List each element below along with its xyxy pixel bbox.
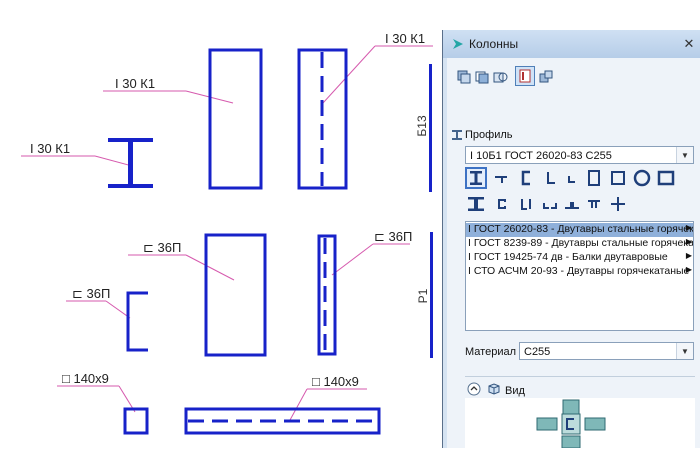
axis-label-r1: Р1 xyxy=(416,288,430,303)
grid-axes xyxy=(429,64,433,358)
label-channel-left: ⊏ 36П xyxy=(72,286,110,301)
label-channel-mid: ⊏ 36П xyxy=(143,240,181,255)
app-logo-icon xyxy=(453,39,463,49)
properties-icon[interactable] xyxy=(515,66,535,86)
shape-tube-icon[interactable] xyxy=(583,167,605,189)
view-section-title: Вид xyxy=(505,385,525,397)
view-cube-icon xyxy=(488,383,500,395)
profile-shape-palette xyxy=(465,167,695,217)
view-preview[interactable] xyxy=(465,398,695,449)
panel-titlebar[interactable]: Колонны ✕ xyxy=(443,30,700,58)
profile-select[interactable]: Ι 10Б1 ГОСТ 26020-83 С255 ▼ xyxy=(465,146,694,164)
hatch-icon[interactable] xyxy=(491,68,509,86)
shape-square-tube-icon[interactable] xyxy=(607,167,629,189)
shape-c-shape-icon[interactable] xyxy=(491,193,513,215)
shape-ring-icon[interactable] xyxy=(631,167,653,189)
view-top-icon xyxy=(562,399,580,415)
collapse-icon[interactable] xyxy=(467,382,481,396)
shape-cross-icon[interactable] xyxy=(607,193,629,215)
material-label: Материал xyxy=(465,346,516,358)
shape-angle-icon[interactable] xyxy=(539,167,561,189)
columns-panel: Колонны ✕ Профиль Ι 10Б1 ГОСТ 26020-83 С… xyxy=(442,30,700,449)
chevron-right-icon: ▶ xyxy=(685,265,692,274)
column-ibeam-front[interactable] xyxy=(208,48,263,190)
label-channel-right: ⊏ 36П xyxy=(374,229,412,244)
shape-double-angle-icon[interactable] xyxy=(515,193,537,215)
shape-channel-icon[interactable] xyxy=(515,167,537,189)
chevron-down-icon[interactable]: ▼ xyxy=(676,147,693,163)
leader-lines xyxy=(21,45,433,421)
shape-angle-pair-2-icon[interactable] xyxy=(561,193,583,215)
shape-angle-pair-icon[interactable] xyxy=(539,193,561,215)
label-ibeam-top-left: Ι 30 К1 xyxy=(115,76,155,91)
channel-section[interactable] xyxy=(126,291,148,352)
catalog-item[interactable]: Ι ГОСТ 19425-74 дв - Балки двутавровые ▶ xyxy=(466,251,693,265)
chevron-right-icon: ▶ xyxy=(685,251,692,260)
profile-section-icon xyxy=(452,130,462,140)
shape-tee-icon[interactable] xyxy=(491,167,513,189)
shape-tee-inverted-icon[interactable] xyxy=(583,193,605,215)
layers-icon[interactable] xyxy=(455,68,473,86)
profile-select-value: Ι 10Б1 ГОСТ 26020-83 С255 xyxy=(470,150,612,162)
catalog-item[interactable]: Ι ГОСТ 26020-83 - Двутавры стальные горя… xyxy=(466,223,693,237)
label-tube-right: □ 140х9 xyxy=(312,374,359,389)
label-tube-left: □ 140х9 xyxy=(62,371,109,386)
shape-i-beam-icon[interactable] xyxy=(465,167,487,189)
ibeam-section[interactable] xyxy=(108,138,153,188)
column-ibeam-side[interactable] xyxy=(297,48,348,190)
chevron-right-icon: ▶ xyxy=(685,223,692,232)
view-left-icon xyxy=(536,417,558,431)
material-select-value: С255 xyxy=(524,346,551,358)
chevron-right-icon: ▶ xyxy=(685,237,692,246)
label-ibeam-top-right: Ι 30 К1 xyxy=(385,31,425,46)
axis-label-b13: Б13 xyxy=(415,115,429,137)
group-icon[interactable] xyxy=(537,68,555,86)
column-channel-front[interactable] xyxy=(204,233,267,357)
view-front-icon xyxy=(561,413,581,435)
chevron-down-icon[interactable]: ▼ xyxy=(676,343,693,359)
section-divider xyxy=(465,376,695,377)
shape-wide-i-icon[interactable] xyxy=(465,193,487,215)
label-ibeam-left: Ι 30 К1 xyxy=(30,141,70,156)
panel-body: Профиль Ι 10Б1 ГОСТ 26020-83 С255 ▼ Ι ГО… xyxy=(447,58,700,449)
profile-catalog-list[interactable]: Ι ГОСТ 26020-83 - Двутавры стальные горя… xyxy=(465,221,694,331)
catalog-item[interactable]: Ι ГОСТ 8239-89 - Двутавры стальные горяч… xyxy=(466,237,693,251)
panel-title: Колонны xyxy=(469,37,519,51)
catalog-item[interactable]: Ι СТО АСЧМ 20-93 - Двутавры горячекатаны… xyxy=(466,265,693,279)
view-right-icon xyxy=(584,417,606,431)
close-icon[interactable]: ✕ xyxy=(681,36,697,52)
copy-icon[interactable] xyxy=(473,68,491,86)
shape-rect-tube-icon[interactable] xyxy=(655,167,677,189)
profile-section-title: Профиль xyxy=(465,129,513,141)
tube-section[interactable] xyxy=(123,407,149,435)
column-channel-side[interactable] xyxy=(317,234,337,356)
shape-angle-small-icon[interactable] xyxy=(561,167,583,189)
material-select[interactable]: С255 ▼ xyxy=(519,342,694,360)
